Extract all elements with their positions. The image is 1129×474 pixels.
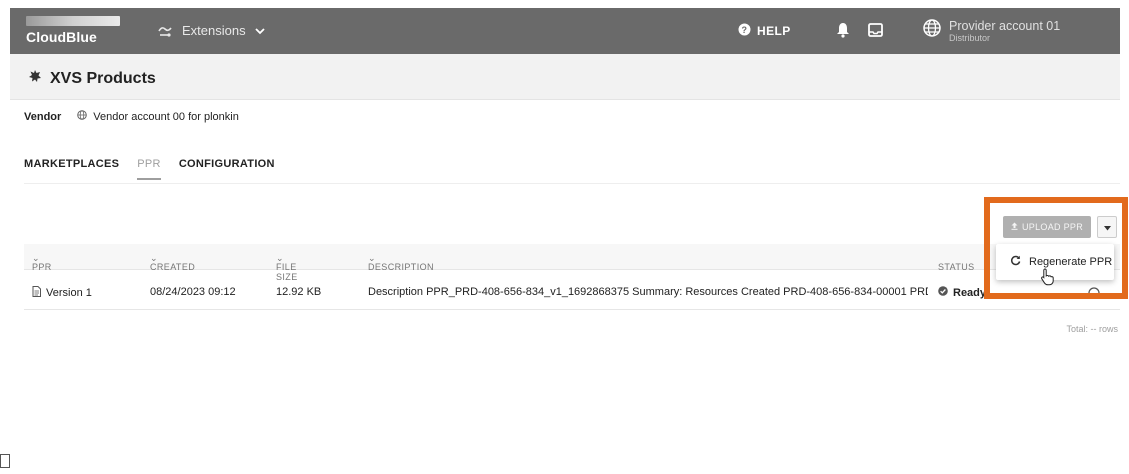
page-title: XVS Products — [28, 69, 156, 88]
cell-file-size: 12.92 KB — [276, 286, 322, 298]
help-icon: ? — [738, 23, 751, 39]
col-created[interactable]: CREATED ⌄ — [150, 253, 195, 272]
logo-bar — [26, 16, 120, 26]
account-switcher[interactable]: Provider account 01 Distributor — [923, 19, 1060, 44]
col-description-label: DESCRIPTION — [368, 262, 434, 272]
hand-cursor-icon — [1040, 268, 1056, 291]
extensions-menu[interactable]: Extensions — [157, 23, 265, 38]
page-title-text: XVS Products — [50, 69, 156, 87]
vendor-link[interactable]: Vendor account 00 for plonkin — [93, 111, 239, 123]
vendor-label: Vendor — [24, 110, 62, 123]
product-icon — [28, 69, 42, 88]
globe-icon — [77, 110, 88, 123]
status-label: Ready — [953, 286, 987, 299]
tab-marketplaces[interactable]: MARKETPLACES — [24, 158, 119, 180]
account-role: Distributor — [949, 33, 991, 43]
top-navbar: CloudBlue Extensions ? HELP Provider acc… — [10, 8, 1120, 54]
col-status-label: STATUS — [938, 262, 975, 272]
table-row[interactable]: Version 1 08/24/2023 09:12 12.92 KB Desc… — [24, 272, 1120, 310]
extensions-icon — [157, 24, 173, 38]
help-button[interactable]: ? HELP — [738, 23, 791, 39]
cloudblue-logo[interactable]: CloudBlue — [26, 16, 120, 46]
logo-text: CloudBlue — [26, 29, 97, 45]
cell-created: 08/24/2023 09:12 — [150, 286, 236, 298]
cell-description: Description PPR_PRD-408-656-834_v1_16928… — [368, 286, 928, 298]
col-ppr-label: PPR — [32, 262, 52, 272]
col-description[interactable]: DESCRIPTION ⌄ — [368, 253, 434, 272]
page-header: XVS Products — [10, 54, 1120, 100]
bell-icon[interactable] — [836, 22, 850, 43]
ppr-version: Version 1 — [46, 287, 92, 299]
highlight-box — [984, 197, 1128, 299]
cell-ppr[interactable]: Version 1 — [32, 286, 92, 300]
check-circle-icon — [938, 286, 948, 299]
cell-status: Ready — [938, 286, 986, 299]
chevron-down-icon — [254, 27, 265, 35]
col-file-size[interactable]: FILE SIZE ⌄ — [276, 253, 297, 282]
globe-icon — [923, 19, 941, 42]
tab-ppr[interactable]: PPR — [137, 158, 161, 180]
extensions-label: Extensions — [182, 23, 246, 38]
total-rows: Total: -- rows — [1066, 324, 1118, 334]
col-created-label: CREATED — [150, 262, 196, 272]
corner-marker — [0, 454, 10, 468]
col-ppr[interactable]: PPR ⌄ — [32, 253, 51, 272]
svg-text:?: ? — [742, 25, 748, 35]
tab-bar: MARKETPLACES PPR CONFIGURATION — [24, 158, 275, 180]
tab-divider — [24, 183, 1120, 184]
tab-configuration[interactable]: CONFIGURATION — [179, 158, 275, 180]
account-name: Provider account 01 — [949, 19, 1061, 33]
help-label: HELP — [757, 24, 791, 38]
inbox-icon[interactable] — [868, 23, 883, 42]
table-header: PPR ⌄ CREATED ⌄ FILE SIZE ⌄ DESCRIPTION … — [24, 244, 1120, 282]
file-icon — [32, 286, 41, 300]
vendor-info: Vendor Vendor account 00 for plonkin — [24, 110, 239, 123]
